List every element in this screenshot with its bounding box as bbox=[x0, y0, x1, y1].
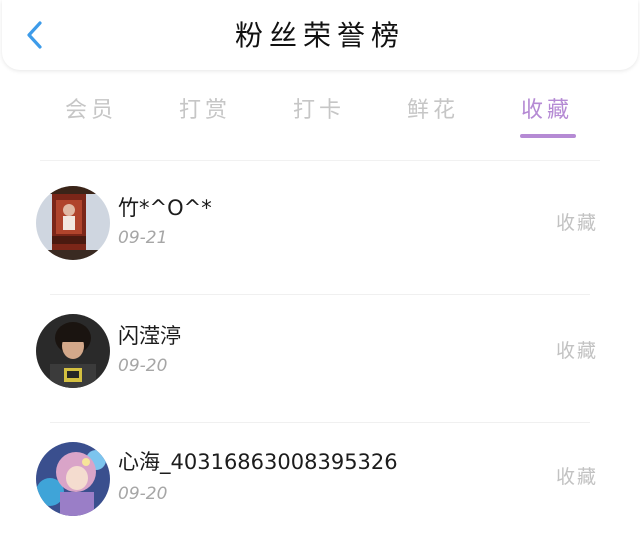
fan-name: 闪滢渟 bbox=[118, 324, 181, 348]
action-label: 收藏 bbox=[556, 212, 599, 234]
tab-member[interactable]: 会员 bbox=[34, 88, 148, 144]
avatar bbox=[36, 314, 110, 388]
tab-flowers[interactable]: 鲜花 bbox=[376, 88, 490, 144]
action-label: 收藏 bbox=[556, 466, 599, 488]
tab-bar: 会员 打赏 打卡 鲜花 收藏 bbox=[34, 88, 606, 144]
active-tab-indicator bbox=[520, 134, 576, 138]
action-label: 收藏 bbox=[556, 340, 599, 362]
fan-date: 09-20 bbox=[118, 484, 168, 504]
tab-reward[interactable]: 打赏 bbox=[148, 88, 262, 144]
fan-date: 09-21 bbox=[118, 228, 168, 248]
list-item[interactable]: 心海_40316863008395326 09-20 收藏 bbox=[0, 422, 640, 542]
fan-name: 心海_40316863008395326 bbox=[118, 450, 398, 474]
fans-honor-page: 粉丝荣誉榜 会员 打赏 打卡 鲜花 收藏 竹*^O^* 09-21 收藏 闪滢渟… bbox=[0, 0, 640, 542]
fan-date: 09-20 bbox=[118, 356, 168, 376]
list-item[interactable]: 竹*^O^* 09-21 收藏 bbox=[0, 164, 640, 292]
avatar bbox=[36, 186, 110, 260]
tabs-divider bbox=[40, 160, 600, 161]
avatar bbox=[36, 442, 110, 516]
list-item[interactable]: 闪滢渟 09-20 收藏 bbox=[0, 294, 640, 422]
tab-checkin[interactable]: 打卡 bbox=[262, 88, 376, 144]
top-bar: 粉丝荣誉榜 bbox=[2, 0, 638, 70]
fan-name: 竹*^O^* bbox=[118, 196, 212, 220]
page-title: 粉丝荣誉榜 bbox=[234, 19, 405, 52]
